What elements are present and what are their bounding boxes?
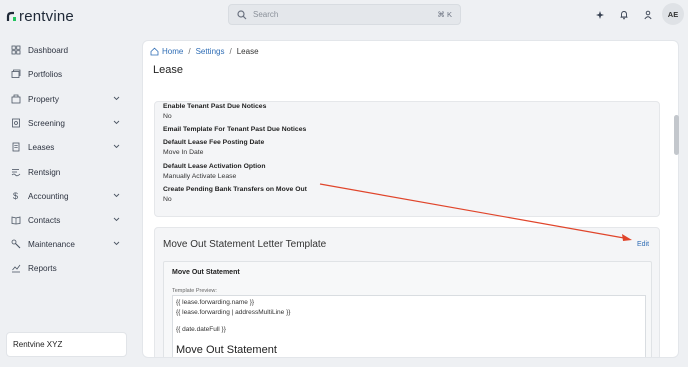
sidebar-item-label: Rentsign [28, 167, 61, 177]
portfolios-icon [10, 69, 21, 80]
template-name: Move Out Statement [172, 269, 240, 276]
setting-value: Move In Date [163, 149, 204, 156]
edit-button[interactable]: Edit [637, 241, 649, 248]
preview-line: {{ date.dateFull }} [176, 326, 226, 333]
search-shortcut: ⌘ K [437, 10, 452, 19]
sidebar-item-accounting[interactable]: $ Accounting [10, 187, 126, 205]
setting-label: Default Lease Activation Option [163, 163, 266, 170]
preview-label: Template Preview: [172, 288, 217, 294]
organization-switcher[interactable]: Rentvine XYZ [6, 332, 127, 357]
breadcrumb: Home / Settings / Lease [150, 47, 259, 56]
chevron-down-icon [113, 144, 120, 149]
main-content: Home / Settings / Lease Lease Enable Ten… [142, 40, 679, 358]
preview-heading: Move Out Statement [176, 344, 277, 356]
leases-icon [10, 142, 21, 153]
chevron-down-icon [113, 96, 120, 101]
chevron-down-icon [113, 193, 120, 198]
sidebar: Dashboard Portfolios Property Screening … [0, 36, 130, 367]
setting-enable-tenant-past-due-notices: Enable Tenant Past Due Notices No [163, 103, 266, 120]
breadcrumb-separator: / [229, 47, 232, 56]
search-input[interactable]: Search ⌘ K [228, 4, 461, 25]
setting-create-pending-bank-transfers: Create Pending Bank Transfers on Move Ou… [163, 186, 307, 203]
sidebar-item-maintenance[interactable]: Maintenance [10, 235, 126, 253]
template-panel: Move Out Statement Template Preview: {{ … [163, 261, 652, 357]
preview-line: {{ lease.forwarding | addressMultiLine }… [176, 309, 291, 316]
person-icon [644, 10, 652, 20]
rentsign-icon [10, 167, 21, 178]
setting-value: Manually Activate Lease [163, 173, 237, 180]
sidebar-item-contacts[interactable]: Contacts [10, 211, 126, 229]
sidebar-item-label: Dashboard [28, 45, 69, 55]
breadcrumb-separator: / [188, 47, 191, 56]
sidebar-item-label: Accounting [28, 191, 69, 201]
home-icon [150, 47, 159, 56]
user-menu-button[interactable] [640, 7, 656, 23]
chevron-down-icon [113, 120, 120, 125]
setting-label: Create Pending Bank Transfers on Move Ou… [163, 186, 307, 193]
setting-label: Default Lease Fee Posting Date [163, 139, 265, 146]
sidebar-item-label: Contacts [28, 215, 61, 225]
setting-value: No [163, 113, 172, 120]
sidebar-item-label: Maintenance [28, 239, 75, 249]
wrench-icon [10, 239, 21, 250]
sidebar-item-leases[interactable]: Leases [10, 138, 126, 156]
sidebar-item-label: Property [28, 94, 59, 104]
setting-email-template-past-due: Email Template For Tenant Past Due Notic… [163, 126, 306, 133]
sidebar-item-dashboard[interactable]: Dashboard [10, 41, 126, 59]
logo-text: rentvine [19, 8, 74, 25]
sparkle-icon [596, 11, 604, 19]
sidebar-item-label: Screening [28, 118, 65, 128]
breadcrumb-settings[interactable]: Settings [196, 47, 225, 56]
property-icon [10, 94, 21, 105]
sidebar-item-label: Portfolios [28, 69, 63, 79]
dollar-icon: $ [12, 191, 18, 201]
sidebar-item-property[interactable]: Property [10, 90, 126, 108]
sidebar-item-reports[interactable]: Reports [10, 259, 126, 277]
chevron-down-icon [113, 241, 120, 246]
sidebar-item-rentsign[interactable]: Rentsign [10, 163, 126, 181]
lease-settings-card: Enable Tenant Past Due Notices No Email … [154, 101, 660, 217]
search-icon [237, 9, 247, 19]
page-title: Lease [153, 64, 183, 76]
avatar[interactable]: AE [662, 3, 684, 25]
template-preview: {{ lease.forwarding.name }} {{ lease.for… [172, 295, 646, 357]
preview-line: {{ lease.forwarding.name }} [176, 299, 255, 306]
setting-default-lease-fee-posting-date: Default Lease Fee Posting Date Move In D… [163, 139, 264, 156]
setting-value: No [163, 196, 172, 203]
sidebar-item-screening[interactable]: Screening [10, 114, 126, 132]
logo-mark-icon [6, 11, 16, 21]
dashboard-icon [10, 45, 21, 56]
bell-icon [620, 11, 628, 20]
setting-label: Enable Tenant Past Due Notices [163, 103, 267, 110]
sparkle-button[interactable] [592, 7, 608, 23]
notifications-button[interactable] [616, 7, 632, 23]
sidebar-item-portfolios[interactable]: Portfolios [10, 65, 126, 83]
contacts-icon [10, 215, 21, 226]
sidebar-item-label: Reports [28, 263, 57, 273]
logo[interactable]: rentvine [6, 8, 74, 25]
scrollbar[interactable] [674, 115, 679, 155]
breadcrumb-current: Lease [236, 47, 259, 56]
chevron-down-icon [113, 217, 120, 222]
setting-default-lease-activation-option: Default Lease Activation Option Manually… [163, 163, 265, 180]
setting-label: Email Template For Tenant Past Due Notic… [163, 126, 307, 133]
search-placeholder: Search [253, 10, 279, 19]
move-out-template-card: Move Out Statement Letter Template Edit … [154, 227, 660, 357]
chart-icon [10, 263, 21, 274]
screening-icon [10, 118, 21, 129]
breadcrumb-home[interactable]: Home [162, 47, 183, 56]
card-title: Move Out Statement Letter Template [163, 239, 327, 250]
top-bar: rentvine Search ⌘ K AE [0, 0, 688, 30]
sidebar-item-label: Leases [28, 142, 55, 152]
